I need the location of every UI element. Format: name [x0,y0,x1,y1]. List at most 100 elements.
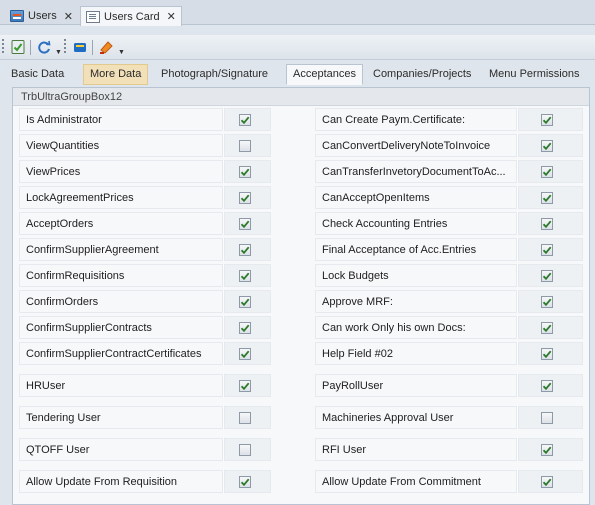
delete-button[interactable] [96,38,116,56]
checkbox-cell [518,160,583,183]
permission-row: Allow Update From Commitment [315,470,583,493]
permission-row: HRUser [19,374,271,397]
permission-checkbox[interactable] [239,322,251,334]
checkbox-cell [224,134,271,157]
checkmark-icon [240,382,250,391]
checkmark-icon [240,194,250,203]
permission-label: HRUser [19,374,223,397]
permission-checkbox[interactable] [239,412,251,424]
permission-checkbox[interactable] [239,114,251,126]
permission-label: Can work Only his own Docs: [315,316,517,339]
permission-checkbox[interactable] [239,218,251,230]
edit-icon [74,43,86,52]
permission-checkbox[interactable] [239,380,251,392]
permission-checkbox[interactable] [239,476,251,488]
toolbar-overflow-icon[interactable]: ▼ [55,49,62,56]
permission-checkbox[interactable] [541,192,553,204]
checkmark-icon [240,246,250,255]
tab-menu-permissions[interactable]: Menu Permissions [482,64,586,85]
permission-label: Lock Budgets [315,264,517,287]
save-button[interactable] [8,38,28,56]
permission-checkbox[interactable] [541,218,553,230]
checkmark-icon [542,324,552,333]
checkmark-icon [542,194,552,203]
toolbar: ▼ ▼ [0,35,595,60]
permission-label: CanConvertDeliveryNoteToInvoice [315,134,517,157]
permission-row: Approve MRF: [315,290,583,313]
permission-checkbox[interactable] [541,270,553,282]
permission-label: ConfirmSupplierContracts [19,316,223,339]
permission-checkbox[interactable] [239,244,251,256]
delete-icon [100,41,113,54]
permission-checkbox[interactable] [239,192,251,204]
toolbar-separator [92,40,93,55]
checkbox-cell [224,342,271,365]
doc-tab-users[interactable]: Users ✕ [4,6,79,25]
tab-photograph-signature[interactable]: Photograph/Signature [154,64,275,85]
permission-row: CanConvertDeliveryNoteToInvoice [315,134,583,157]
close-icon[interactable]: ✕ [167,10,176,23]
checkbox-cell [224,160,271,183]
permission-checkbox[interactable] [541,322,553,334]
checkbox-cell [518,238,583,261]
permission-checkbox[interactable] [541,348,553,360]
permission-checkbox[interactable] [541,244,553,256]
toolbar-overflow-icon[interactable]: ▼ [118,49,125,56]
checkbox-cell [518,108,583,131]
permission-checkbox[interactable] [541,380,553,392]
edit-button[interactable] [70,38,90,56]
permission-checkbox[interactable] [239,444,251,456]
tab-acceptances[interactable]: Acceptances [286,64,363,85]
tab-companies-projects[interactable]: Companies/Projects [366,64,478,85]
checkbox-cell [224,238,271,261]
permission-label: Approve MRF: [315,290,517,313]
toolbar-grip[interactable] [64,39,66,55]
permission-checkbox[interactable] [541,444,553,456]
checkmark-icon [240,116,250,125]
permission-checkbox[interactable] [239,296,251,308]
checkmark-icon [240,168,250,177]
permission-checkbox[interactable] [541,476,553,488]
permission-label: Machineries Approval User [315,406,517,429]
permission-row: ConfirmSupplierContractCertificates [19,342,271,365]
permission-checkbox[interactable] [541,296,553,308]
checkmark-icon [542,142,552,151]
tab-more-data[interactable]: More Data [83,64,149,85]
checkmark-icon [542,298,552,307]
tab-basic-data[interactable]: Basic Data [4,64,71,85]
doc-tab-users-card[interactable]: Users Card ✕ [80,6,182,26]
doc-tab-label: Users [28,10,57,22]
page-tab-strip: Basic Data More Data Photograph/Signatur… [0,61,595,85]
permission-label: Allow Update From Requisition [19,470,223,493]
checkmark-icon [542,350,552,359]
group-box-title: TrbUltraGroupBox12 [13,88,589,106]
permission-row: Is Administrator [19,108,271,131]
permission-checkbox[interactable] [239,140,251,152]
toolbar-grip[interactable] [2,39,4,55]
permission-label: AcceptOrders [19,212,223,235]
permission-row: CanAcceptOpenItems [315,186,583,209]
permission-row: ConfirmSupplierAgreement [19,238,271,261]
checkmark-icon [542,382,552,391]
permission-label: PayRollUser [315,374,517,397]
permission-row: Can Create Paym.Certificate: [315,108,583,131]
permission-checkbox[interactable] [541,114,553,126]
permission-label: CanTransferInvetoryDocumentToAc... [315,160,517,183]
checkmark-icon [542,116,552,125]
permission-checkbox[interactable] [239,166,251,178]
refresh-button[interactable] [34,38,54,56]
permission-checkbox[interactable] [541,166,553,178]
checkmark-icon [542,478,552,487]
close-icon[interactable]: ✕ [64,10,73,23]
permission-checkbox[interactable] [239,348,251,360]
refresh-icon [38,40,51,54]
permission-row: Lock Budgets [315,264,583,287]
permission-row: Tendering User [19,406,271,429]
permission-checkbox[interactable] [541,412,553,424]
permission-label: Is Administrator [19,108,223,131]
permission-checkbox[interactable] [239,270,251,282]
checkbox-cell [518,406,583,429]
permission-checkbox[interactable] [541,140,553,152]
checkmark-icon [240,350,250,359]
checkmark-icon [240,478,250,487]
